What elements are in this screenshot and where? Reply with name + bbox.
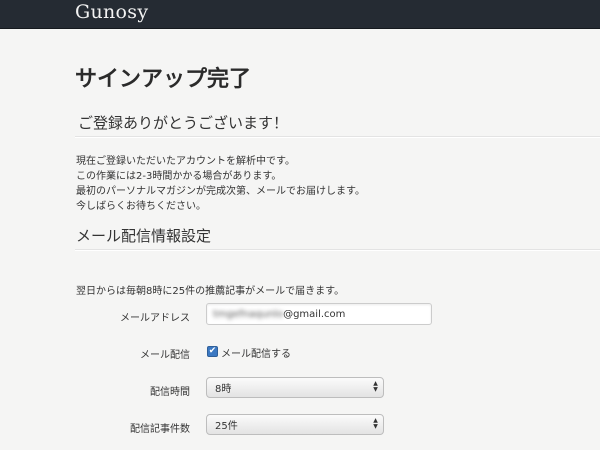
top-navbar: Gunosy [0,0,600,29]
brand-logo[interactable]: Gunosy [75,1,148,23]
divider [75,249,600,251]
email-local-part: tmgefnaqunlo [213,308,284,320]
article-count-value: 25件 [215,421,238,432]
intro-text: 現在ご登録いただいたアカウントを解析中です。 この作業には2-3時間かかる場合が… [76,154,365,214]
intro-line: この作業には2-3時間かかる場合があります。 [76,171,282,182]
mail-notice: 翌日からは毎朝8時に25件の推薦記事がメールで届きます。 [76,286,345,297]
page-title: サインアップ完了 [75,67,252,92]
delivery-time-value: 8時 [215,384,232,395]
email-domain: @gmail.com [283,308,346,320]
intro-line: 今しばらくお待ちください。 [76,201,206,212]
email-label: メールアドレス [120,313,190,324]
delivery-label: メール配信 [140,350,190,361]
count-label: 配信記事件数 [130,424,190,435]
welcome-heading: ご登録ありがとうございます！ [78,114,289,132]
delivery-checkbox-label[interactable]: メール配信する [221,345,291,360]
divider [75,136,600,138]
mail-settings-heading: メール配信情報設定 [76,227,212,245]
select-arrows-icon: ▲ ▼ [373,417,378,430]
time-label: 配信時間 [150,387,190,398]
select-arrows-icon: ▲ ▼ [373,380,378,393]
intro-line: 最初のパーソナルマガジンが完成次第、メールでお届けします。 [76,186,365,197]
intro-line: 現在ご登録いただいたアカウントを解析中です。 [76,156,295,167]
checkmark-icon: ✔ [208,346,217,356]
delivery-time-select[interactable]: 8時 ▲ ▼ [206,377,384,398]
delivery-checkbox[interactable]: ✔ [207,346,218,357]
email-field[interactable]: tmgefnaqunlo @gmail.com [206,303,432,325]
article-count-select[interactable]: 25件 ▲ ▼ [206,414,384,435]
